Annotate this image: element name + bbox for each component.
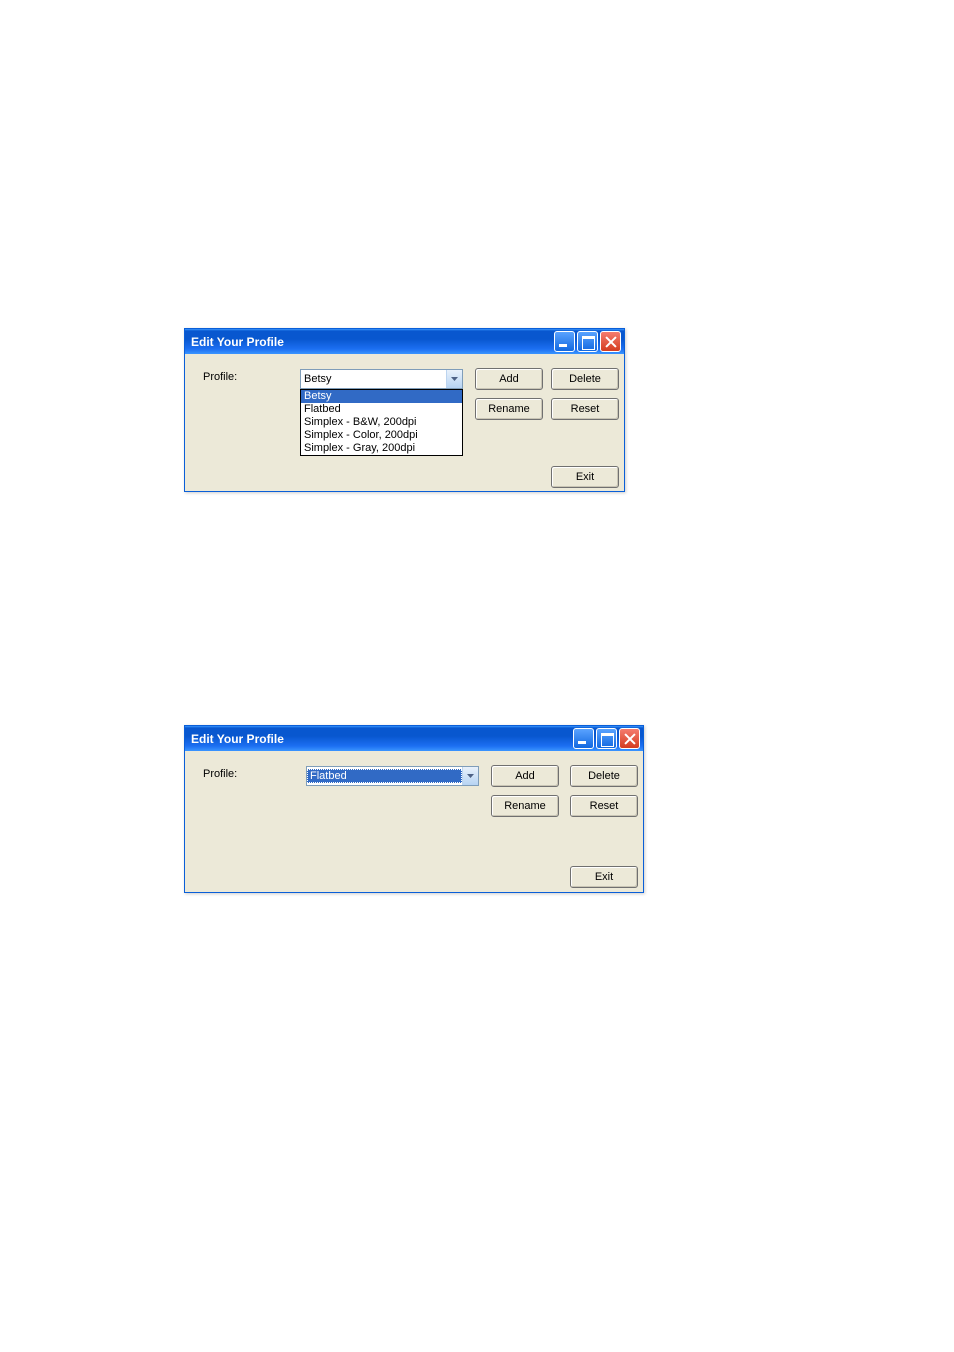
rename-button[interactable]: Rename bbox=[491, 795, 559, 817]
chevron-down-icon[interactable] bbox=[462, 767, 478, 785]
profile-combobox[interactable]: Flatbed bbox=[306, 766, 479, 786]
minimize-button[interactable] bbox=[573, 728, 594, 749]
close-button[interactable] bbox=[600, 331, 621, 352]
profile-combobox[interactable]: Betsy bbox=[300, 369, 463, 389]
window-body: Profile: Flatbed Add Delete Rename Reset… bbox=[185, 751, 643, 892]
exit-button[interactable]: Exit bbox=[551, 466, 619, 488]
add-button[interactable]: Add bbox=[475, 368, 543, 390]
dropdown-item[interactable]: Simplex - B&W, 200dpi bbox=[301, 416, 462, 429]
maximize-button[interactable] bbox=[577, 331, 598, 352]
delete-button[interactable]: Delete bbox=[570, 765, 638, 787]
titlebar[interactable]: Edit Your Profile bbox=[185, 726, 643, 751]
exit-button[interactable]: Exit bbox=[570, 866, 638, 888]
reset-button[interactable]: Reset bbox=[570, 795, 638, 817]
window-body: Profile: Betsy Betsy Flatbed Simplex - B… bbox=[185, 354, 624, 491]
delete-button[interactable]: Delete bbox=[551, 368, 619, 390]
minimize-button[interactable] bbox=[554, 331, 575, 352]
combobox-value: Flatbed bbox=[307, 769, 462, 783]
maximize-button[interactable] bbox=[596, 728, 617, 749]
edit-profile-window-1: Edit Your Profile Profile: Betsy Betsy F… bbox=[184, 328, 625, 492]
reset-button[interactable]: Reset bbox=[551, 398, 619, 420]
window-title: Edit Your Profile bbox=[191, 732, 573, 746]
titlebar[interactable]: Edit Your Profile bbox=[185, 329, 624, 354]
window-controls bbox=[573, 728, 640, 749]
close-button[interactable] bbox=[619, 728, 640, 749]
dropdown-item[interactable]: Flatbed bbox=[301, 403, 462, 416]
profile-label: Profile: bbox=[203, 371, 237, 383]
add-button[interactable]: Add bbox=[491, 765, 559, 787]
dropdown-item[interactable]: Betsy bbox=[301, 390, 462, 403]
window-title: Edit Your Profile bbox=[191, 335, 554, 349]
profile-dropdown-list[interactable]: Betsy Flatbed Simplex - B&W, 200dpi Simp… bbox=[300, 389, 463, 456]
combobox-value: Betsy bbox=[301, 372, 446, 386]
edit-profile-window-2: Edit Your Profile Profile: Flatbed Add D… bbox=[184, 725, 644, 893]
rename-button[interactable]: Rename bbox=[475, 398, 543, 420]
profile-label: Profile: bbox=[203, 768, 237, 780]
dropdown-item[interactable]: Simplex - Gray, 200dpi bbox=[301, 442, 462, 455]
chevron-down-icon[interactable] bbox=[446, 370, 462, 388]
dropdown-item[interactable]: Simplex - Color, 200dpi bbox=[301, 429, 462, 442]
window-controls bbox=[554, 331, 621, 352]
